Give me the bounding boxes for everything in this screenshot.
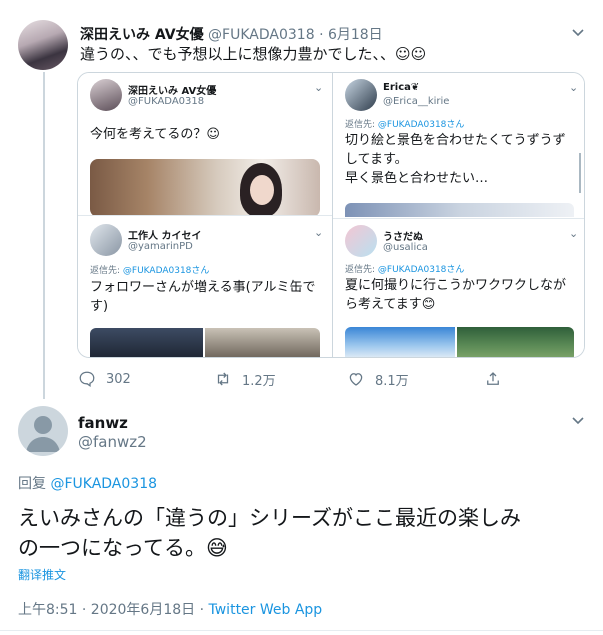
embed-author-name: うさだぬ (383, 232, 423, 243)
embed-text-line: 夏に何撮りに行こうかワクワクしなが (345, 278, 567, 293)
embed-chevron-icon: ⌄ (314, 226, 324, 239)
embed-photo (345, 327, 455, 357)
embed-card-right-bottom: うさだぬ @usalica ⌄ 返信先: @FUKADA0318さん 夏に何撮り… (333, 219, 584, 357)
reply-timestamp: 上午8:51 · 2020年6月18日 · Twitter Web App (18, 599, 322, 619)
replying-to: 回复 @FUKADA0318 (18, 476, 158, 492)
source-app-link[interactable]: Twitter Web App (209, 602, 323, 618)
reply-count: 302 (106, 371, 131, 387)
embed-photo (345, 203, 574, 217)
timestamp-text[interactable]: 上午8:51 · 2020年6月18日 · (18, 602, 209, 618)
reply-action[interactable]: 302 (78, 368, 131, 390)
author-name[interactable]: 深田えいみ AV女優 (80, 27, 204, 43)
embed-author-name: Erica❦ (383, 82, 420, 93)
author-handle[interactable]: @FUKADA0318 (208, 27, 315, 43)
embed-author-name: 工作人 カイセイ (128, 231, 202, 242)
more-options-icon[interactable] (570, 24, 586, 40)
embed-card-left-top: 深田えいみ AV女優 @FUKADA0318 ⌄ 今何を考えてるの？☺ (78, 73, 332, 223)
embed-avatar (345, 79, 377, 111)
embed-text-line: ら考えてます😊 (345, 297, 436, 312)
tweet-header: 深田えいみ AV女優 @FUKADA0318 · 6月18日 (80, 24, 383, 44)
embed-avatar (345, 225, 377, 257)
retweet-icon (217, 372, 229, 386)
embed-photo (205, 328, 320, 357)
embed-text-line: 切り絵と景色を合わせたくてうずうず (345, 133, 566, 148)
reply-author-avatar[interactable] (18, 406, 68, 456)
embed-avatar (90, 224, 122, 256)
share-action[interactable] (484, 368, 512, 390)
retweet-count: 1.2万 (242, 373, 276, 389)
embed-photo (90, 159, 320, 217)
translate-link[interactable]: 翻译推文 (18, 566, 66, 583)
embed-chevron-icon: ⌄ (314, 81, 324, 94)
embedded-image[interactable]: 深田えいみ AV女優 @FUKADA0318 ⌄ 今何を考えてるの？☺ 工作人 … (77, 72, 585, 358)
embed-scrollbar (579, 153, 581, 193)
embed-chevron-icon: ⌄ (569, 227, 579, 240)
heart-icon (349, 373, 363, 386)
embed-card-left-bottom: 工作人 カイセイ @yamarinPD ⌄ 返信先: @FUKADA0318さん… (78, 216, 332, 357)
reply-author-handle[interactable]: @fanwz2 (78, 433, 147, 451)
retweet-action[interactable]: 1.2万 (214, 368, 276, 390)
embed-reply-to: 返信先: @FUKADA0318さん (345, 265, 465, 275)
embed-author-handle: @Erica__kirie (383, 96, 450, 107)
bottom-divider (0, 630, 603, 631)
like-count: 8.1万 (375, 373, 409, 389)
reply-text-line: えいみさんの「違うの」シリーズがここ最近の楽しみ (18, 506, 521, 530)
like-action[interactable]: 8.1万 (347, 368, 409, 390)
tweet-text: 違うの、、でも予想以上に想像力豊かでした、、☺☺ (80, 45, 427, 63)
embed-card-right-top: Erica❦ @Erica__kirie ⌄ 返信先: @FUKADA0318さ… (333, 73, 584, 223)
thread-line (43, 72, 45, 399)
reply-author-name[interactable]: fanwz (78, 414, 128, 432)
reply-icon (79, 371, 95, 387)
reply-text-line: の一つになってる。😅 (18, 536, 228, 560)
embed-author-name: 深田えいみ AV女優 (128, 86, 217, 97)
embed-author-handle: @usalica (383, 242, 428, 253)
embed-text-line: してます。 (345, 152, 408, 167)
embed-photo (90, 328, 203, 357)
embed-reply-to: 返信先: @FUKADA0318さん (345, 120, 465, 130)
embed-text: フォロワーさんが増える事(アルミ缶です) (90, 280, 316, 314)
embed-author-handle: @FUKADA0318 (128, 96, 205, 107)
embed-chevron-icon: ⌄ (569, 81, 579, 94)
replying-to-link[interactable]: @FUKADA0318 (50, 476, 157, 492)
embed-text: 今何を考えてるの？☺ (90, 127, 220, 142)
author-avatar[interactable] (18, 20, 68, 70)
tweet-date[interactable]: · 6月18日 (319, 27, 383, 43)
embed-text-line: 早く景色と合わせたい… (345, 171, 489, 186)
reply-more-options-icon[interactable] (570, 412, 586, 428)
share-icon (487, 372, 499, 385)
embed-avatar (90, 79, 122, 111)
embed-photo (457, 327, 574, 357)
embed-author-handle: @yamarinPD (128, 241, 193, 252)
embed-reply-to: 返信先: @FUKADA0318さん (90, 266, 210, 276)
